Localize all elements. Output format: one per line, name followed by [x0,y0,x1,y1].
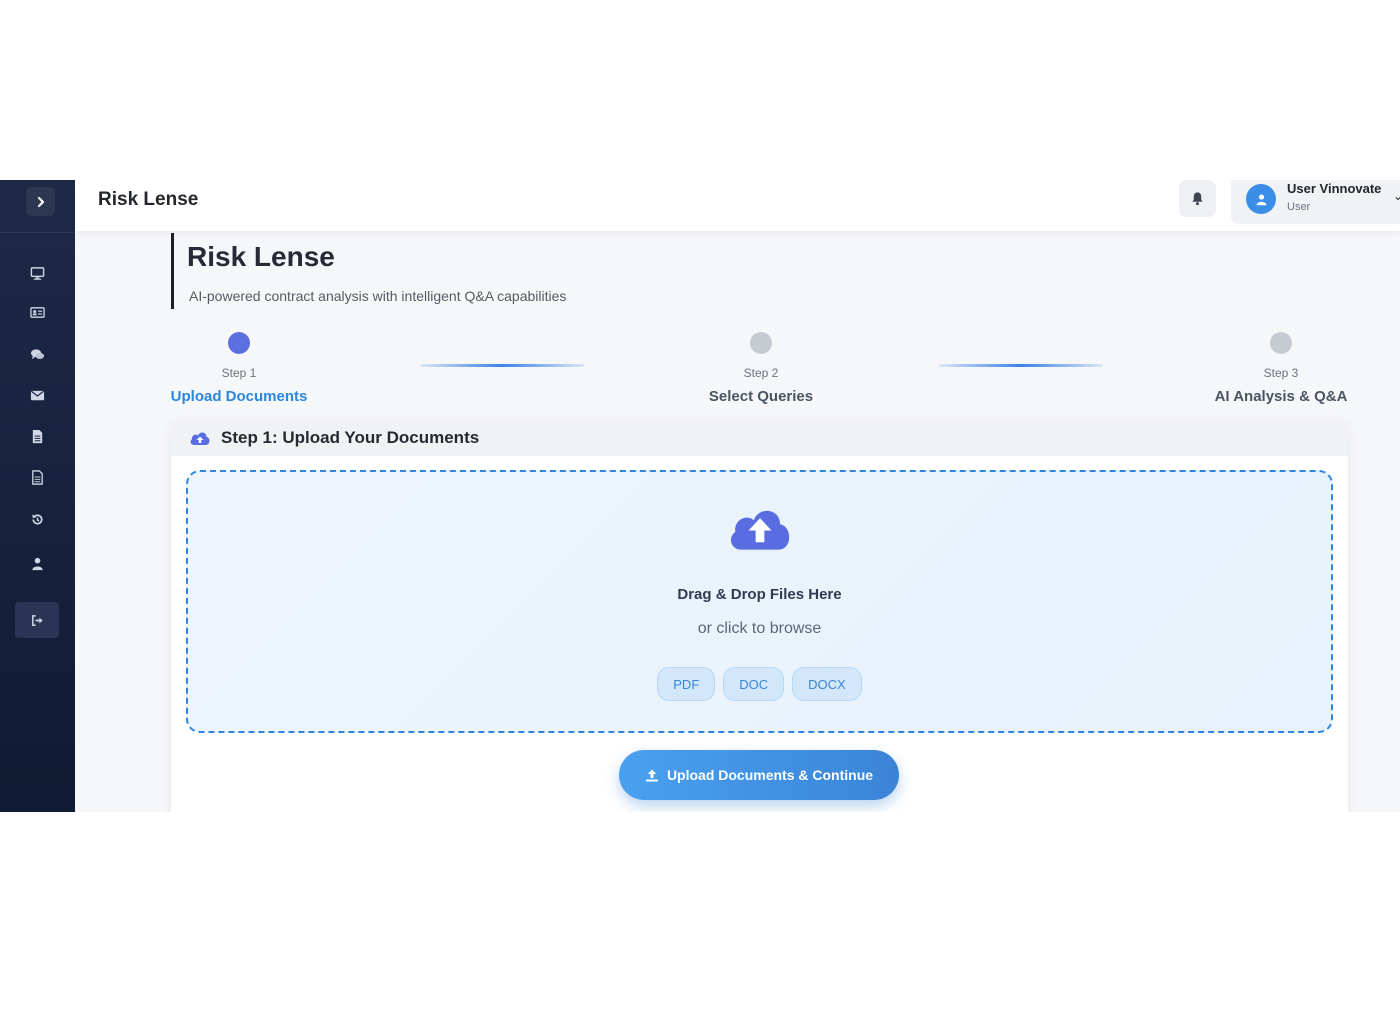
user-menu[interactable]: User Vinnovate User ⌄ [1231,180,1400,224]
sidebar-item-history[interactable] [15,501,59,537]
file-dropzone[interactable]: Drag & Drop Files Here or click to brows… [186,470,1333,733]
monitor-icon [30,266,44,280]
cloud-upload-icon [730,510,790,550]
header-accent-bar [171,233,174,309]
topbar: Risk Lense User Vinnovate User ⌄ [75,180,1400,231]
format-badge-pdf: PDF [657,667,716,701]
sidebar-item-contacts[interactable] [15,294,59,330]
upload-continue-button[interactable]: Upload Documents & Continue [619,750,899,800]
dropzone-title: Drag & Drop Files Here [677,586,842,603]
step-indicator [228,332,250,354]
step-number: Step 1 [221,366,257,380]
avatar [1246,184,1276,214]
comments-icon [30,348,44,359]
step-indicator [1270,332,1292,354]
dropzone-subtitle: or click to browse [697,620,822,637]
sidebar-divider [0,232,75,233]
id-card-icon [29,306,45,318]
chevron-down-icon: ⌄ [1393,189,1400,203]
sidebar-item-mail[interactable] [15,377,59,413]
user-name: User Vinnovate [1287,181,1382,196]
format-badge-docx: DOCX [792,667,862,701]
upload-card: Step 1: Upload Your Documents Drag & Dro… [171,420,1348,812]
cloud-upload-icon [190,432,210,445]
envelope-icon [30,390,44,400]
sign-out-icon [31,614,43,626]
user-icon [1256,193,1266,205]
step-number: Step 3 [1263,366,1299,380]
chevron-right-icon [37,196,44,207]
step-select-queries[interactable]: Step 2 Select Queries [661,332,861,405]
sidebar-item-reports[interactable] [15,459,59,495]
page-title: Risk Lense [187,241,335,272]
upload-icon [645,769,658,781]
page-subtitle: AI-powered contract analysis with intell… [189,288,567,304]
sidebar [0,180,75,812]
upload-button-label: Upload Documents & Continue [666,767,874,783]
step-upload-documents[interactable]: Step 1 Upload Documents [139,332,339,405]
step-connector [420,364,584,367]
sidebar-item-logout[interactable] [15,602,59,638]
step-label: AI Analysis & Q&A [1214,388,1348,405]
format-badge-doc: DOC [723,667,785,701]
sidebar-item-documents[interactable] [15,418,59,454]
card-title: Step 1: Upload Your Documents [221,428,480,447]
file-text-icon [31,469,43,485]
step-connector [939,364,1103,367]
app-title: Risk Lense [98,189,199,210]
sidebar-toggle-button[interactable] [26,187,55,216]
sidebar-item-dashboard[interactable] [15,255,59,291]
history-icon [31,513,43,525]
bell-icon [1192,192,1203,206]
sidebar-item-profile[interactable] [15,545,59,581]
card-header: Step 1: Upload Your Documents [171,420,1348,456]
step-label: Upload Documents [170,388,308,405]
file-icon [32,429,42,443]
file-format-chips: PDF DOC DOCX [188,667,1331,701]
step-ai-analysis[interactable]: Step 3 AI Analysis & Q&A [1181,332,1381,405]
sidebar-item-chat[interactable] [15,336,59,372]
notifications-button[interactable] [1179,180,1216,217]
step-indicator [750,332,772,354]
user-icon [31,557,43,570]
step-number: Step 2 [743,366,779,380]
app-window: Risk Lense User Vinnovate User ⌄ Risk Le… [0,180,1400,812]
user-role: User [1287,201,1311,213]
step-label: Select Queries [708,388,814,405]
